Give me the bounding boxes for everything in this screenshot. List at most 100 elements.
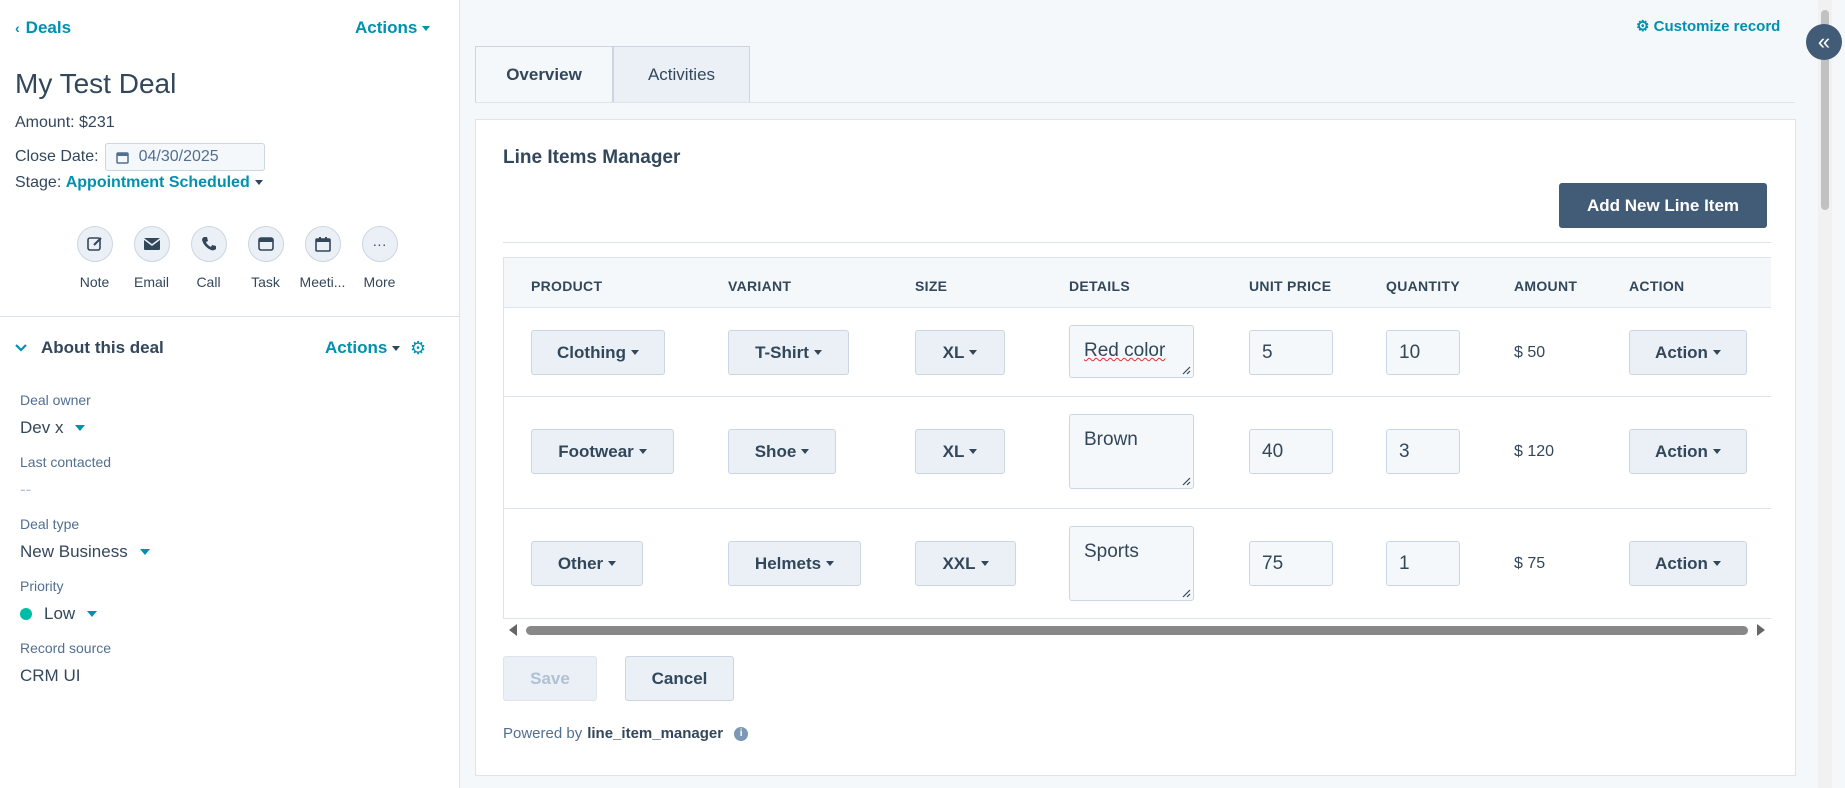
size-select[interactable]: XXL <box>915 541 1016 586</box>
caret-down-icon <box>75 425 86 431</box>
details-textarea[interactable]: Red color <box>1069 325 1194 378</box>
size-select[interactable]: XL <box>915 330 1005 375</box>
select-value: Action <box>1655 553 1708 573</box>
details-textarea[interactable]: Sports <box>1069 526 1194 601</box>
unit-price-input[interactable]: 40 <box>1249 429 1333 474</box>
row-action-menu[interactable]: Action <box>1629 330 1747 375</box>
add-line-item-button[interactable]: Add New Line Item <box>1559 183 1767 228</box>
customize-record-link[interactable]: ⚙ Customize record <box>1636 17 1780 35</box>
divider <box>503 242 1771 243</box>
close-date-label: Close Date: <box>15 148 99 165</box>
quick-action-call[interactable]: Call <box>180 226 237 290</box>
gear-icon: ⚙ <box>1636 18 1650 35</box>
quick-action-label: Task <box>251 274 280 290</box>
prop-label: Priority <box>20 578 64 594</box>
prop-priority: Priority Low <box>20 578 98 624</box>
quantity-input[interactable]: 10 <box>1386 330 1460 375</box>
select-value: Helmets <box>754 553 822 573</box>
back-to-deals-link[interactable]: ‹ Deals <box>15 18 71 38</box>
quick-action-label: Call <box>196 274 221 290</box>
priority-dot <box>20 608 32 620</box>
caret-down-icon <box>813 350 822 355</box>
row-action-menu[interactable]: Action <box>1629 541 1747 586</box>
deal-owner-select[interactable]: Dev x <box>20 418 91 438</box>
close-date-input[interactable]: 04/30/2025 <box>104 143 265 171</box>
quantity-input[interactable]: 3 <box>1386 429 1460 474</box>
caret-down-icon <box>801 449 810 454</box>
cancel-button[interactable]: Cancel <box>625 656 734 701</box>
column-header: VARIANT <box>728 278 792 294</box>
horizontal-scrollbar[interactable] <box>503 622 1771 638</box>
variant-select[interactable]: Shoe <box>728 429 836 474</box>
details-textarea[interactable]: Brown <box>1069 414 1194 489</box>
prop-value: New Business <box>20 542 128 561</box>
about-actions-menu[interactable]: Actions <box>325 338 401 358</box>
quick-action-label: Meeti... <box>299 274 346 290</box>
caret-down-icon <box>1712 449 1721 454</box>
product-select[interactable]: Clothing <box>531 330 665 375</box>
tab-bar: Overview Activities <box>475 46 1795 103</box>
variant-select[interactable]: Helmets <box>728 541 861 586</box>
unit-price-input[interactable]: 5 <box>1249 330 1333 375</box>
quick-action-task[interactable]: Task <box>237 226 294 290</box>
vertical-scrollbar[interactable] <box>1818 0 1832 788</box>
save-button[interactable]: Save <box>503 656 597 701</box>
column-header: QUANTITY <box>1386 278 1460 294</box>
deal-title: My Test Deal <box>15 68 177 99</box>
stage-select[interactable]: Appointment Scheduled <box>66 174 263 191</box>
quick-action-more[interactable]: ··· More <box>351 226 408 290</box>
caret-down-icon <box>1712 561 1721 566</box>
card-title: Line Items Manager <box>503 147 681 168</box>
scroll-left-icon[interactable] <box>509 624 517 636</box>
size-select[interactable]: XL <box>915 429 1005 474</box>
column-header: PRODUCT <box>531 278 603 294</box>
stage-label: Stage: <box>15 174 62 191</box>
stage-row: Stage: Appointment Scheduled <box>15 174 263 192</box>
column-header: ACTION <box>1629 278 1685 294</box>
tab-overview[interactable]: Overview <box>475 46 613 102</box>
powered-by: Powered by line_item_manager i <box>503 725 749 742</box>
phone-icon <box>190 226 227 262</box>
quick-action-email[interactable]: Email <box>123 226 180 290</box>
tab-activities[interactable]: Activities <box>613 46 750 102</box>
variant-select[interactable]: T-Shirt <box>728 330 849 375</box>
scroll-right-icon[interactable] <box>1757 624 1765 636</box>
collapse-sidebar-icon[interactable]: « <box>1806 24 1842 60</box>
gear-icon[interactable]: ⚙ <box>410 338 426 359</box>
column-header: AMOUNT <box>1514 278 1578 294</box>
select-value: XXL <box>942 553 976 573</box>
table-row: Clothing T-Shirt XL Red color 5 10 $ 50 … <box>504 308 1771 397</box>
select-value: Footwear <box>558 441 634 461</box>
resize-grip-icon <box>1182 477 1191 486</box>
note-edit-icon <box>76 226 113 262</box>
unit-price-input[interactable]: 75 <box>1249 541 1333 586</box>
row-action-menu[interactable]: Action <box>1629 429 1747 474</box>
product-select[interactable]: Footwear <box>531 429 674 474</box>
deal-amount: Amount: $231 <box>15 114 115 131</box>
priority-select[interactable]: Low <box>20 604 98 624</box>
info-icon[interactable]: i <box>734 726 749 741</box>
scrollbar-thumb[interactable] <box>526 626 1748 635</box>
about-actions-label: Actions <box>325 338 388 357</box>
quick-action-meeting[interactable]: Meeti... <box>294 226 351 290</box>
prop-value: Low <box>44 604 76 623</box>
resize-grip-icon <box>1182 589 1191 598</box>
caret-down-icon <box>254 180 263 186</box>
prop-value: CRM UI <box>20 666 81 685</box>
quantity-input[interactable]: 1 <box>1386 541 1460 586</box>
table-row: Other Helmets XXL Sports 75 1 $ 75 Actio… <box>504 509 1771 618</box>
product-select[interactable]: Other <box>531 541 643 586</box>
section-divider <box>0 316 460 317</box>
details-text: Brown <box>1084 429 1138 450</box>
quick-action-note[interactable]: Note <box>66 226 123 290</box>
record-actions-menu[interactable]: Actions <box>355 18 431 38</box>
quick-actions: Note Email Call Task Meeti... ··· More <box>66 226 408 290</box>
about-section-header[interactable]: About this deal Actions ⚙ <box>15 338 435 358</box>
chevron-down-icon <box>15 344 27 352</box>
prop-label: Record source <box>20 640 112 656</box>
back-label: Deals <box>25 18 72 37</box>
details-text: Red color <box>1084 340 1166 361</box>
deal-type-select[interactable]: New Business <box>20 542 150 562</box>
quick-action-label: More <box>363 274 396 290</box>
prop-record-source: Record source CRM UI <box>20 640 111 686</box>
